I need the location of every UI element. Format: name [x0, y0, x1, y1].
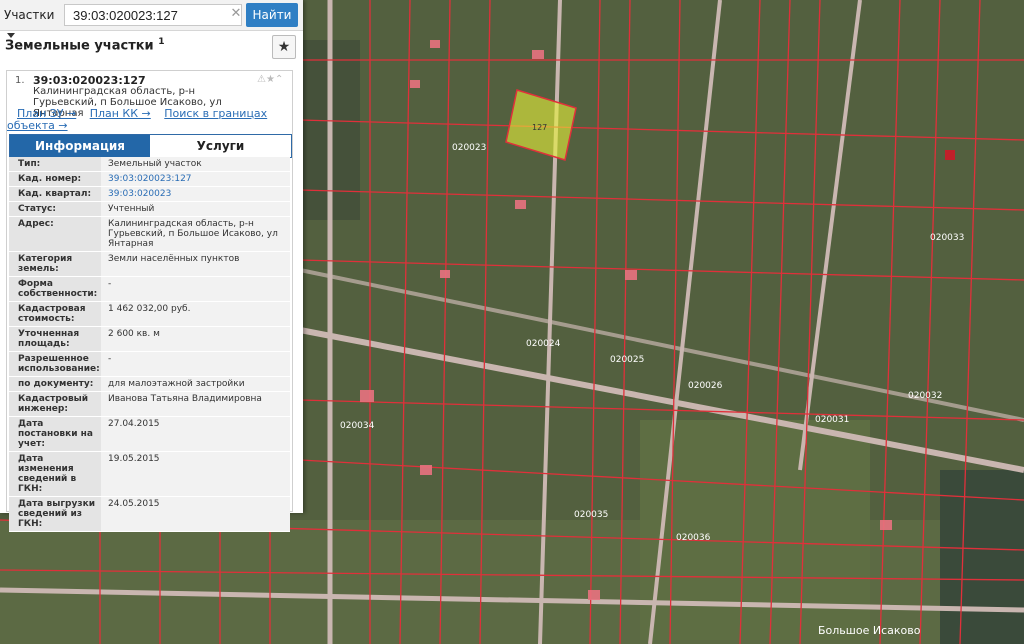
- quarter-label: 020032: [908, 391, 942, 401]
- table-row: Дата выгрузки сведений из ГКН: 24.05.2015: [9, 497, 290, 532]
- warning-icon[interactable]: ⚠: [257, 74, 266, 85]
- row-key: Дата постановки на учет:: [9, 417, 101, 451]
- table-row: Кад. номер: 39:03:020023:127: [9, 172, 290, 187]
- quarter-label: 020034: [340, 421, 375, 431]
- heading-note: 1: [158, 37, 165, 47]
- quarter-label: 020025: [610, 355, 644, 365]
- plan-kk-link[interactable]: План КК →: [90, 107, 151, 120]
- table-row: Кадастровый инженер: Иванова Татьяна Влад…: [9, 392, 290, 417]
- favorite-star-button[interactable]: ★: [272, 35, 296, 59]
- quarter-label: 020036: [676, 533, 711, 543]
- clear-icon[interactable]: ✕: [230, 7, 242, 20]
- table-row: Категория земель: Земли населённых пункто…: [9, 252, 290, 277]
- row-key: Разрешенное использование:: [9, 352, 101, 376]
- row-key: Кадастровая стоимость:: [9, 302, 101, 326]
- attribute-table: Тип: Земельный участок Кад. номер: 39:03:0…: [9, 157, 290, 532]
- quarter-label: 020026: [688, 381, 723, 391]
- row-key: Дата изменения сведений в ГКН:: [9, 452, 101, 496]
- quarter-label: 020023: [452, 143, 486, 153]
- star-outline-icon[interactable]: ★: [266, 74, 275, 85]
- table-row: Адрес: Калининградская область, р-н Гурье…: [9, 217, 290, 252]
- row-key: Кад. номер:: [9, 172, 101, 186]
- row-value-link[interactable]: 39:03:020023: [101, 187, 290, 201]
- result-number: 1.: [15, 75, 25, 86]
- table-row: Дата постановки на учет: 27.04.2015: [9, 417, 290, 452]
- search-type-select[interactable]: Участки: [4, 5, 62, 38]
- row-value: Калининградская область, р-н Гурьевский,…: [101, 217, 290, 251]
- row-value: для малоэтажной застройки: [101, 377, 290, 391]
- panel-title: Земельные участки 1: [5, 37, 165, 54]
- result-card: 1. 39:03:020023:127 Калининградская обла…: [6, 70, 293, 532]
- row-key: Категория земель:: [9, 252, 101, 276]
- row-key: Тип:: [9, 157, 101, 171]
- star-icon: ★: [277, 39, 291, 55]
- table-row: Кадастровая стоимость: 1 462 032,00 руб.: [9, 302, 290, 327]
- row-key: Кадастровый инженер:: [9, 392, 101, 416]
- selected-parcel-label: 127: [532, 123, 547, 132]
- row-value: 24.05.2015: [101, 497, 290, 531]
- table-row: Уточненная площадь: 2 600 кв. м: [9, 327, 290, 352]
- row-value: 27.04.2015: [101, 417, 290, 451]
- row-key: Кад. квартал:: [9, 187, 101, 201]
- place-name: Большое Исаково: [818, 624, 921, 637]
- table-row: Дата изменения сведений в ГКН: 19.05.2015: [9, 452, 290, 497]
- search-button[interactable]: Найти: [246, 3, 298, 27]
- row-value: 19.05.2015: [101, 452, 290, 496]
- table-row: Статус: Учтенный: [9, 202, 290, 217]
- search-input[interactable]: 39:03:020023:127: [64, 4, 242, 26]
- row-value-link[interactable]: 39:03:020023:127: [101, 172, 290, 186]
- row-key: Адрес:: [9, 217, 101, 251]
- row-value: 1 462 032,00 руб.: [101, 302, 290, 326]
- table-row: Кад. квартал: 39:03:020023: [9, 187, 290, 202]
- row-value: Земельный участок: [101, 157, 290, 171]
- tab-services[interactable]: Услуги: [150, 135, 291, 157]
- quarter-label: 020031: [815, 415, 849, 425]
- row-key: Форма собственности:: [9, 277, 101, 301]
- card-actions: ⚠★⌃: [257, 74, 283, 85]
- row-key: Статус:: [9, 202, 101, 216]
- table-row: Форма собственности: -: [9, 277, 290, 302]
- quarter-label: 020024: [526, 339, 561, 349]
- table-row: Разрешенное использование: -: [9, 352, 290, 377]
- tab-information[interactable]: Информация: [10, 135, 150, 157]
- table-row: по документу: для малоэтажной застройки: [9, 377, 290, 392]
- result-links: План ЗУ → План КК → Поиск в границах объ…: [7, 108, 292, 132]
- info-panel: Участки 39:03:020023:127 ✕ Найти Земельн…: [0, 0, 303, 532]
- row-value: 2 600 кв. м: [101, 327, 290, 351]
- row-value: Иванова Татьяна Владимировна: [101, 392, 290, 416]
- quarter-label: 020035: [574, 510, 608, 520]
- search-bar: Участки 39:03:020023:127 ✕ Найти: [0, 0, 303, 38]
- row-value: -: [101, 277, 290, 301]
- table-row: Тип: Земельный участок: [9, 157, 290, 172]
- quarter-label: 020033: [930, 233, 964, 243]
- collapse-icon[interactable]: ⌃: [275, 74, 283, 85]
- row-value: -: [101, 352, 290, 376]
- row-value: Земли населённых пунктов: [101, 252, 290, 276]
- info-tabs: Информация Услуги: [9, 134, 292, 158]
- row-key: Дата выгрузки сведений из ГКН:: [9, 497, 101, 531]
- row-value: Учтенный: [101, 202, 290, 216]
- row-key: по документу:: [9, 377, 101, 391]
- row-key: Уточненная площадь:: [9, 327, 101, 351]
